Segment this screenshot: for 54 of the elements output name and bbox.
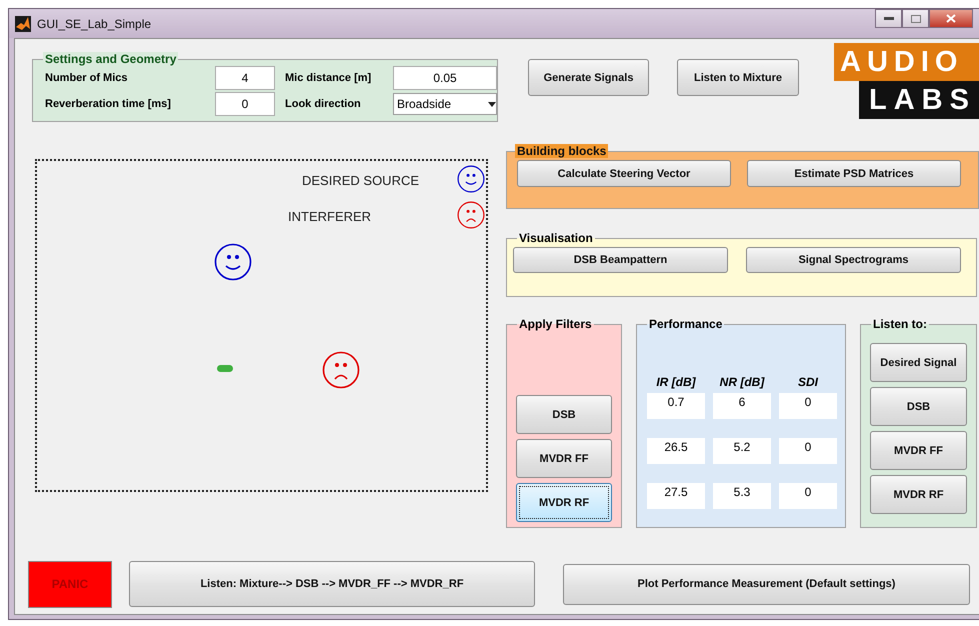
result-field: 0: [779, 393, 837, 419]
filter-button[interactable]: DSB: [516, 395, 612, 434]
column-header: NR [dB]: [718, 374, 766, 391]
panel-title: Visualisation: [518, 231, 594, 245]
result-field: 27.5: [647, 483, 705, 509]
action-button[interactable]: Estimate PSD Matrices: [747, 160, 961, 187]
filter-button[interactable]: MVDR FF: [516, 439, 612, 478]
column-header: SDI: [796, 374, 820, 391]
minimize-icon: [884, 16, 894, 20]
mic-array-marker: [217, 365, 233, 372]
result-field: 6: [713, 393, 771, 419]
window-title: GUI_SE_Lab_Simple: [37, 16, 152, 30]
logo: AUDIO LABS: [834, 43, 979, 119]
result-field: 26.5: [647, 438, 705, 464]
action-button[interactable]: Plot Performance Measurement (Default settings): [563, 564, 970, 604]
column-header: IR [dB]: [655, 374, 697, 391]
legend-label: INTERFERER: [288, 209, 372, 224]
caret-icon: [488, 102, 496, 106]
action-button[interactable]: Listen to Mixture: [677, 59, 799, 96]
result-field: 5.3: [713, 483, 771, 509]
panel-title: Building blocks: [515, 144, 608, 158]
result-field: 0: [779, 438, 837, 464]
app-icon: [15, 16, 31, 32]
result-field: 5.2: [713, 438, 771, 464]
legend-label: DESIRED SOURCE: [302, 173, 420, 188]
action-button[interactable]: DSB Beampattern: [513, 247, 728, 273]
field-label: Look direction: [285, 98, 362, 110]
minimize-button[interactable]: [875, 9, 902, 28]
action-button[interactable]: Calculate Steering Vector: [517, 160, 731, 187]
maximize-icon: [910, 14, 920, 22]
input-field[interactable]: 0.05: [393, 66, 497, 90]
result-field: 0.7: [647, 393, 705, 419]
listen-button[interactable]: MVDR FF: [870, 431, 967, 470]
listen-button[interactable]: Desired Signal: [870, 343, 967, 382]
input-field[interactable]: 0: [215, 92, 275, 116]
panel-title: Apply Filters: [518, 317, 593, 331]
listen-button[interactable]: DSB: [870, 387, 967, 426]
filter-button[interactable]: MVDR RF: [516, 483, 612, 522]
close-button[interactable]: [929, 9, 973, 28]
action-button[interactable]: Signal Spectrograms: [746, 247, 961, 273]
action-button[interactable]: Generate Signals: [528, 59, 649, 96]
field-label: Number of Mics: [45, 72, 129, 84]
input-field[interactable]: 4: [215, 66, 275, 90]
dropdown[interactable]: Broadside: [393, 93, 497, 115]
listen-button[interactable]: MVDR RF: [870, 475, 967, 514]
result-field: 0: [779, 483, 837, 509]
close-icon: [946, 14, 956, 23]
panel-title: Listen to:: [872, 317, 928, 331]
panel-title: Settings and Geometry: [43, 52, 178, 66]
field-label: Reverberation time [ms]: [45, 98, 172, 110]
panel-title: Performance: [648, 317, 724, 331]
maximize-button[interactable]: [902, 9, 929, 28]
action-button[interactable]: Listen: Mixture--> DSB --> MVDR_FF --> MVDR_RF: [129, 561, 535, 607]
field-label: Mic distance [m]: [285, 72, 372, 84]
